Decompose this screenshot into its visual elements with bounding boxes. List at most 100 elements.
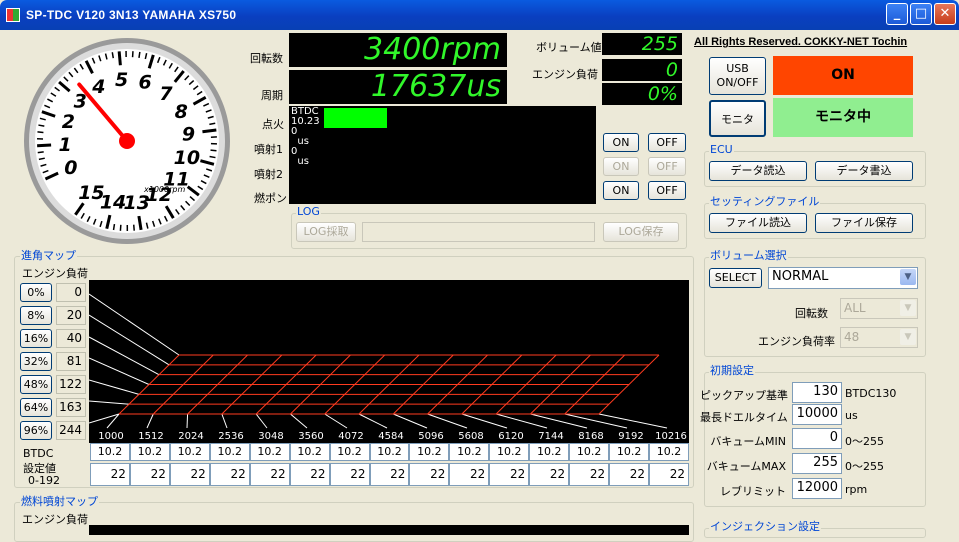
monitor-status: モニタ中 xyxy=(773,98,913,137)
volume-load-select[interactable]: 48 ▼ xyxy=(840,327,918,348)
ecu-read-button[interactable]: データ読込 xyxy=(709,161,807,181)
initial-setting-unit: 0〜255 xyxy=(845,433,884,449)
gauge-tick xyxy=(202,130,216,132)
initial-setting-input[interactable]: 0 xyxy=(792,428,842,449)
file-save-button[interactable]: ファイル保存 xyxy=(815,213,913,233)
load-percent-button[interactable]: 8% xyxy=(20,306,52,325)
load-percent-button[interactable]: 16% xyxy=(20,329,52,348)
set-value-input[interactable]: 22 xyxy=(290,463,330,486)
load-percent-button[interactable]: 96% xyxy=(20,421,52,440)
volume-rpm-select[interactable]: ALL▼ xyxy=(840,298,918,319)
usb-onoff-button[interactable]: USB ON/OFF xyxy=(709,57,766,95)
volume-label: ボリューム値 xyxy=(536,39,602,55)
gauge-tick xyxy=(211,150,217,151)
log-save-button[interactable]: LOG保存 xyxy=(603,222,679,242)
fuel-map-title: 燃料噴射マップ xyxy=(20,496,99,508)
load-percent-button[interactable]: 48% xyxy=(20,375,52,394)
rpm-axis-label: 3560 xyxy=(298,431,323,442)
volume-load-label: エンジン負荷率 xyxy=(758,333,835,349)
chevron-down-icon[interactable]: ▼ xyxy=(900,300,916,316)
set-value-input[interactable]: 22 xyxy=(90,463,130,486)
rpm-axis-label: 9192 xyxy=(618,431,643,442)
volume-select-button[interactable]: SELECT xyxy=(709,268,762,288)
injection2-label: 噴射2 xyxy=(254,166,283,182)
close-button[interactable]: ✕ xyxy=(934,3,956,25)
chevron-down-icon[interactable]: ▼ xyxy=(900,329,916,345)
tachometer-gauge: 0123456789101112131415 x1000rpm xyxy=(22,36,232,246)
rpm-axis-label: 3048 xyxy=(258,431,283,442)
initial-setting-input[interactable]: 130 xyxy=(792,382,842,403)
injection1-on-button[interactable]: ON xyxy=(603,157,639,176)
load-percent-button[interactable]: 32% xyxy=(20,352,52,371)
set-value-input[interactable]: 22 xyxy=(529,463,569,486)
initial-setting-input[interactable]: 10000 xyxy=(792,404,842,425)
load-value: 163 xyxy=(56,398,86,417)
set-value-input[interactable]: 22 xyxy=(409,463,449,486)
gauge-tick xyxy=(119,51,120,65)
console-line: us xyxy=(291,157,594,167)
set-value-input[interactable]: 22 xyxy=(170,463,210,486)
advance-map-title: 進角マップ xyxy=(20,250,77,262)
initial-settings-title: 初期設定 xyxy=(709,365,755,377)
set-value-input[interactable]: 22 xyxy=(649,463,689,486)
fuel-load-label: エンジン負荷 xyxy=(22,511,88,527)
gauge-tick xyxy=(37,145,51,146)
btdc-value: 10.2 xyxy=(649,443,689,461)
load-display: 0 xyxy=(602,59,682,81)
fuel-pump-off-button[interactable]: OFF xyxy=(648,181,686,200)
initial-setting-label: バキュームMAX xyxy=(700,458,786,474)
initial-setting-unit: us xyxy=(845,409,858,422)
set-value-input[interactable]: 22 xyxy=(130,463,170,486)
set-value-input[interactable]: 22 xyxy=(609,463,649,486)
btdc-value: 10.2 xyxy=(409,443,449,461)
ignition-on-button[interactable]: ON xyxy=(603,133,639,152)
btdc-value: 10.2 xyxy=(290,443,330,461)
load-percent-button[interactable]: 0% xyxy=(20,283,52,302)
ignition-off-button[interactable]: OFF xyxy=(648,133,686,152)
maximize-button[interactable]: □ xyxy=(910,3,932,25)
set-value-input[interactable]: 22 xyxy=(330,463,370,486)
injection-settings-title: インジェクション設定 xyxy=(709,521,821,533)
set-value-input[interactable]: 22 xyxy=(489,463,529,486)
rpm-axis-label: 2536 xyxy=(218,431,243,442)
set-value-input[interactable]: 22 xyxy=(250,463,290,486)
initial-setting-unit: 0〜255 xyxy=(845,458,884,474)
initial-setting-input[interactable]: 255 xyxy=(792,453,842,474)
ecu-write-button[interactable]: データ書込 xyxy=(815,161,913,181)
initial-setting-label: 最長ドエルタイム xyxy=(700,409,786,425)
load-value: 244 xyxy=(56,421,86,440)
app-icon[interactable] xyxy=(6,8,20,22)
volume-rpm-label: 回転数 xyxy=(795,305,828,321)
minimize-button[interactable]: _ xyxy=(886,3,908,25)
ignition-label: 点火 xyxy=(262,116,284,132)
advance-load-label: エンジン負荷 xyxy=(22,265,88,281)
initial-setting-input[interactable]: 12000 xyxy=(792,478,842,499)
file-read-button[interactable]: ファイル読込 xyxy=(709,213,807,233)
rpm-display: 3400rpm xyxy=(289,33,507,67)
load-percent-button[interactable]: 64% xyxy=(20,398,52,417)
fuel-map-chart xyxy=(89,525,689,535)
gauge-unit: x1000rpm xyxy=(143,185,185,194)
fuel-pump-on-button[interactable]: ON xyxy=(603,181,639,200)
log-title: LOG xyxy=(296,206,321,218)
btdc-value: 10.2 xyxy=(330,443,370,461)
chevron-down-icon[interactable]: ▼ xyxy=(900,269,916,285)
load-value: 0 xyxy=(56,283,86,302)
set-value-input[interactable]: 22 xyxy=(370,463,410,486)
initial-setting-label: ピックアップ基準 xyxy=(700,387,786,403)
fuel-map-group xyxy=(14,502,694,542)
set-range-label: 0-192 xyxy=(28,475,60,487)
monitor-button[interactable]: モニタ xyxy=(709,100,766,137)
volume-mode-select[interactable]: NORMAL▼ xyxy=(768,267,918,289)
injection1-off-button[interactable]: OFF xyxy=(648,157,686,176)
gauge-number: 0 xyxy=(64,157,77,179)
console-line: us xyxy=(291,137,594,147)
gauge-number: 5 xyxy=(115,69,128,91)
set-value-input[interactable]: 22 xyxy=(569,463,609,486)
volume-load-value: 48 xyxy=(844,330,859,344)
gauge-number: 10 xyxy=(174,147,200,169)
set-value-input[interactable]: 22 xyxy=(449,463,489,486)
log-capture-button[interactable]: LOG採取 xyxy=(296,222,356,242)
load-value: 122 xyxy=(56,375,86,394)
set-value-input[interactable]: 22 xyxy=(210,463,250,486)
